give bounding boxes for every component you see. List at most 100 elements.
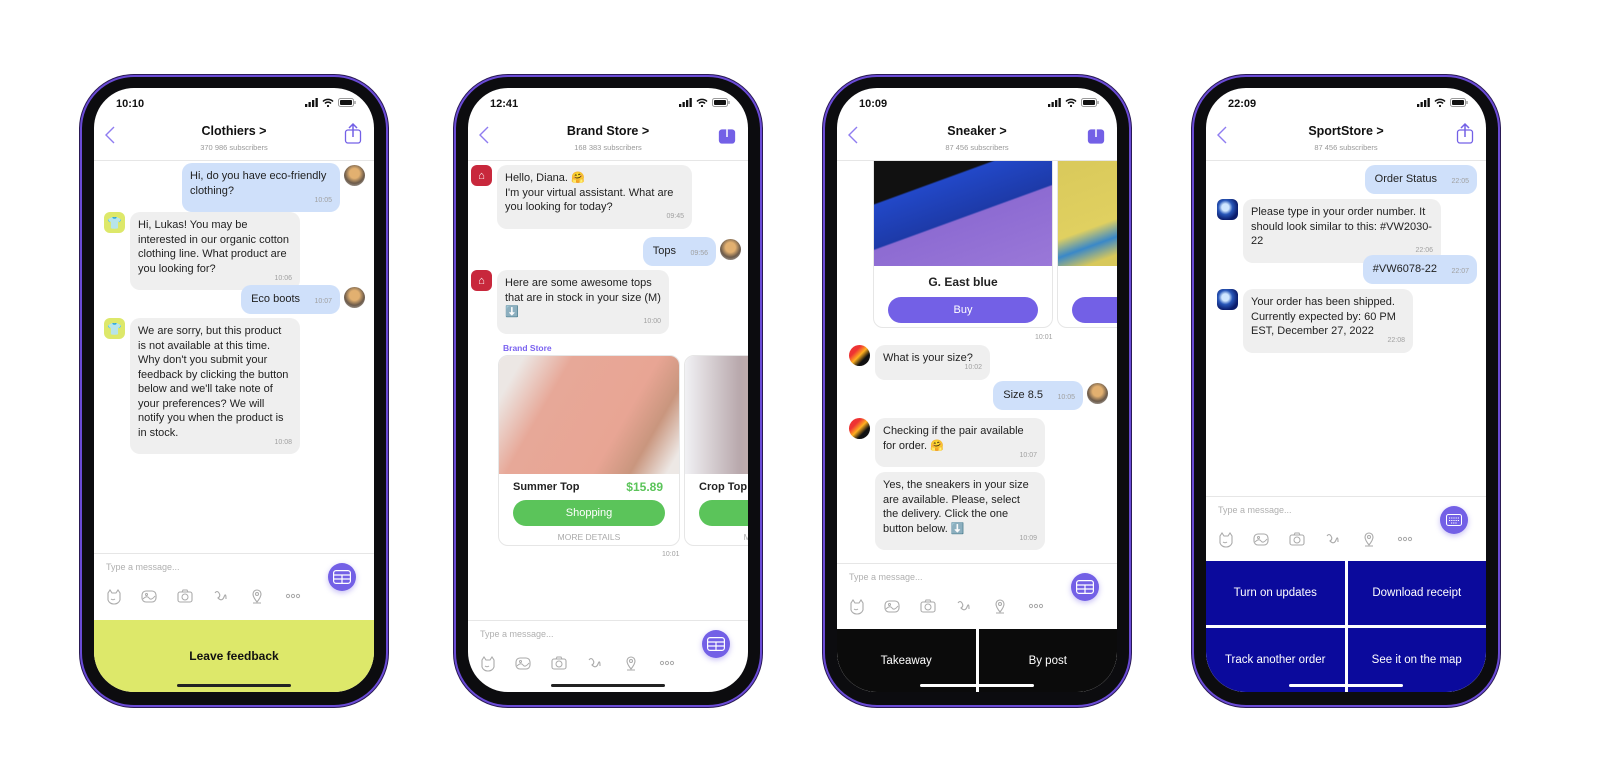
share-icon: [718, 122, 736, 144]
composer-toolbar: [104, 587, 302, 605]
bot-avatar[interactable]: 👕: [104, 318, 125, 339]
more-details-link[interactable]: MORE DETAILS: [499, 532, 679, 542]
sticker-icon[interactable]: [1216, 530, 1234, 548]
user-avatar[interactable]: [344, 287, 365, 308]
keyboard-button[interactable]: Turn on updates: [1206, 561, 1345, 625]
bot-avatar[interactable]: [1217, 199, 1238, 220]
camera-icon[interactable]: [1288, 530, 1306, 548]
message-text: Hi, do you have eco-friendly clothing?: [190, 170, 327, 197]
more-icon[interactable]: [1027, 597, 1045, 615]
product-image[interactable]: [685, 356, 748, 474]
bot-message: Yes, the sneakers in your size are avail…: [875, 472, 1045, 550]
bot-avatar[interactable]: ⌂: [471, 165, 492, 186]
keyboard-button[interactable]: By post: [978, 629, 1117, 692]
buy-button[interactable]: Buy: [888, 297, 1038, 323]
image-icon[interactable]: [883, 597, 901, 615]
user-avatar[interactable]: [1087, 383, 1108, 404]
message-text: Size 8.5: [1003, 389, 1043, 401]
doodle-icon[interactable]: [586, 654, 604, 672]
user-message: Eco boots 10:07: [241, 285, 340, 314]
chat-title[interactable]: Brand Store >: [468, 124, 748, 138]
keyboard-button[interactable]: Track another order: [1206, 628, 1345, 692]
message-input[interactable]: Type a message...: [849, 572, 923, 582]
chat-area[interactable]: Hi, do you have eco-friendly clothing? 10…: [94, 161, 374, 553]
shopping-button[interactable]: Shopping: [699, 500, 748, 526]
camera-icon[interactable]: [919, 597, 937, 615]
product-image[interactable]: [499, 356, 679, 474]
message-text: Please type in your order number. It sho…: [1251, 206, 1432, 247]
keyboard-toggle-button[interactable]: [1440, 506, 1468, 534]
keyboard-buttons: Turn on updates Download receipt Track ano…: [1206, 561, 1486, 692]
camera-icon[interactable]: [550, 654, 568, 672]
keyboard-button[interactable]: Takeaway: [837, 629, 976, 692]
sticker-icon[interactable]: [478, 654, 496, 672]
share-button[interactable]: [344, 122, 362, 144]
more-icon[interactable]: [1396, 530, 1414, 548]
chat-title[interactable]: SportStore >: [1206, 124, 1486, 138]
keyboard-button[interactable]: Download receipt: [1347, 561, 1486, 625]
buy-button[interactable]: Buy: [1072, 297, 1117, 323]
doodle-icon[interactable]: [212, 587, 230, 605]
product-image[interactable]: [1058, 161, 1117, 266]
phone-screen: 12:41 Brand Store > 168 383 subscribers Bra…: [468, 88, 748, 692]
message-time: 10:05: [314, 196, 332, 204]
location-icon[interactable]: [991, 597, 1009, 615]
keyboard-button[interactable]: See it on the map: [1347, 628, 1486, 692]
home-indicator[interactable]: [920, 684, 1034, 687]
chat-area[interactable]: Brand Store Summer Top $15.89 Shopping MORE …: [468, 161, 748, 620]
chat-area[interactable]: G. East blue Buy G. Buy 10:01 What is your si…: [837, 161, 1117, 563]
doodle-icon[interactable]: [955, 597, 973, 615]
more-icon[interactable]: [284, 587, 302, 605]
location-icon[interactable]: [622, 654, 640, 672]
message-text: Hello, Diana. 🤗 I'm your virtual assista…: [505, 172, 674, 213]
keyboard-toggle-button[interactable]: [1071, 573, 1099, 601]
sticker-icon[interactable]: [104, 587, 122, 605]
share-button[interactable]: [1087, 122, 1105, 144]
doodle-icon[interactable]: [1324, 530, 1342, 548]
user-message: Order Status 22:05: [1364, 165, 1477, 194]
keyboard-toggle-button[interactable]: [328, 563, 356, 591]
chat-title[interactable]: Sneaker >: [837, 124, 1117, 138]
bot-avatar[interactable]: 👕: [104, 212, 125, 233]
bot-avatar[interactable]: [849, 345, 870, 366]
product-card: G. Buy: [1057, 161, 1117, 328]
message-text: Yes, the sneakers in your size are avail…: [883, 479, 1029, 535]
keyboard-toggle-button[interactable]: [702, 630, 730, 658]
product-image[interactable]: [874, 161, 1052, 266]
bot-avatar[interactable]: [849, 418, 870, 439]
status-time: 10:10: [116, 98, 145, 110]
more-details-link[interactable]: MORE DETAILS: [685, 532, 748, 542]
image-icon[interactable]: [1252, 530, 1270, 548]
sticker-icon[interactable]: [847, 597, 865, 615]
image-icon[interactable]: [514, 654, 532, 672]
image-icon[interactable]: [140, 587, 158, 605]
bot-avatar[interactable]: ⌂: [471, 270, 492, 291]
battery-icon: [1450, 98, 1468, 107]
home-indicator[interactable]: [551, 684, 665, 687]
chat-area[interactable]: Order Status 22:05 Please type in your ord…: [1206, 161, 1486, 496]
user-avatar[interactable]: [720, 239, 741, 260]
location-icon[interactable]: [1360, 530, 1378, 548]
message-input[interactable]: Type a message...: [106, 562, 180, 572]
keyboard-button[interactable]: Leave feedback: [94, 620, 374, 692]
share-button[interactable]: [718, 122, 736, 144]
chat-title[interactable]: Clothiers >: [94, 124, 374, 138]
shopping-button[interactable]: Shopping: [513, 500, 665, 526]
battery-icon: [712, 98, 730, 107]
more-icon[interactable]: [658, 654, 676, 672]
camera-icon[interactable]: [176, 587, 194, 605]
message-input[interactable]: Type a message...: [480, 629, 554, 639]
message-text: Your order has been shipped. Currently e…: [1251, 296, 1396, 337]
status-time: 10:09: [859, 98, 888, 110]
message-input[interactable]: Type a message...: [1218, 505, 1292, 515]
message-time: 10:07: [314, 298, 332, 305]
user-avatar[interactable]: [344, 165, 365, 186]
share-button[interactable]: [1456, 122, 1474, 144]
keyboard-buttons: Takeaway By post: [837, 629, 1117, 692]
home-indicator[interactable]: [177, 684, 291, 687]
message-text: Checking if the pair available for order…: [883, 425, 1024, 452]
home-indicator[interactable]: [1289, 684, 1403, 687]
bot-avatar[interactable]: [1217, 289, 1238, 310]
product-card: Summer Top $15.89 Shopping MORE DETAILS: [498, 355, 680, 546]
location-icon[interactable]: [248, 587, 266, 605]
